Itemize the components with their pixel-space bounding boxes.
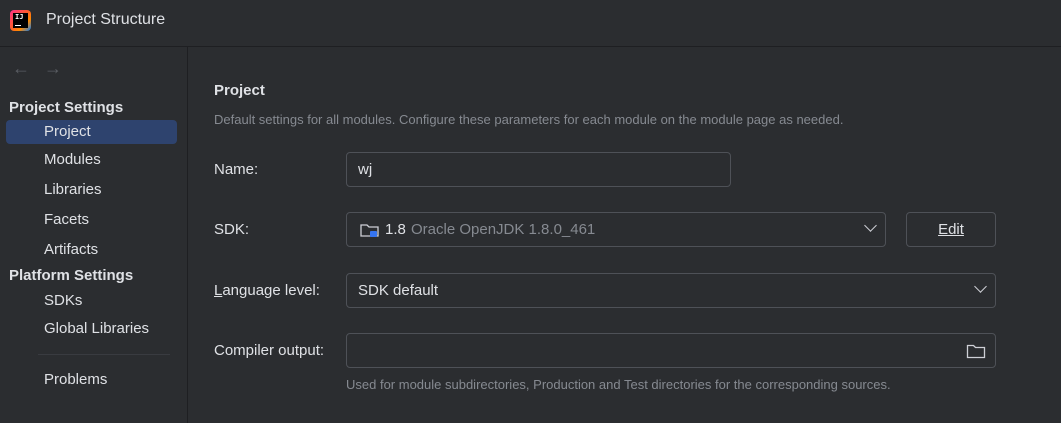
sidebar-item-libraries[interactable]: Libraries — [6, 178, 177, 202]
name-value: wj — [358, 161, 373, 178]
sidebar-item-label: Libraries — [44, 181, 102, 198]
page-description: Default settings for all modules. Config… — [214, 112, 844, 127]
forward-arrow-icon[interactable]: → — [44, 58, 62, 79]
section-header-project-settings: Project Settings — [9, 99, 124, 116]
sidebar-item-label: Artifacts — [44, 241, 99, 258]
sidebar-item-label: Global Libraries — [44, 320, 150, 337]
compiler-output-field[interactable] — [346, 333, 996, 368]
language-level-dropdown[interactable]: SDK default — [346, 273, 996, 308]
sidebar-item-sdks[interactable]: SDKs — [6, 289, 177, 313]
project-settings-panel: Project Default settings for all modules… — [188, 47, 1061, 423]
jdk-folder-icon — [360, 224, 379, 237]
sidebar: ← → Project Settings Project Modules Lib… — [0, 47, 188, 423]
sidebar-item-global-libraries[interactable]: Global Libraries — [6, 317, 177, 341]
sidebar-item-label: Problems — [44, 371, 108, 388]
sidebar-item-modules[interactable]: Modules — [6, 148, 177, 172]
sidebar-item-facets[interactable]: Facets — [6, 208, 177, 232]
page-title: Project — [214, 82, 265, 99]
edit-button-label: Edit — [938, 221, 964, 238]
sidebar-item-problems[interactable]: Problems — [6, 368, 177, 392]
name-field[interactable]: wj — [346, 152, 731, 187]
back-arrow-icon[interactable]: ← — [12, 58, 30, 79]
compiler-output-label: Compiler output: — [214, 342, 325, 359]
sdk-detail: Oracle OpenJDK 1.8.0_461 — [411, 221, 596, 238]
title-bar: IJ Project Structure — [0, 0, 1061, 47]
sdk-label: SDK: — [214, 221, 250, 238]
sdk-version: 1.8 — [385, 221, 406, 238]
chevron-down-icon — [974, 280, 987, 293]
intellij-idea-logo-icon: IJ — [10, 10, 31, 31]
name-label: Name: — [214, 161, 259, 178]
sidebar-item-label: SDKs — [44, 292, 83, 309]
sidebar-item-label: Facets — [44, 211, 90, 228]
sidebar-item-label: Project — [44, 123, 91, 140]
section-header-platform-settings: Platform Settings — [9, 267, 134, 284]
window-title: Project Structure — [46, 11, 166, 28]
sdk-dropdown[interactable]: 1.8 Oracle OpenJDK 1.8.0_461 — [346, 212, 886, 247]
language-level-label: Language level: — [214, 282, 320, 299]
language-level-value: SDK default — [358, 282, 439, 299]
sidebar-divider — [38, 354, 170, 355]
browse-folder-icon[interactable] — [966, 343, 986, 359]
sidebar-item-project[interactable]: Project — [6, 120, 177, 144]
chevron-down-icon — [864, 219, 877, 232]
compiler-output-hint: Used for module subdirectories, Producti… — [346, 377, 891, 392]
sidebar-item-artifacts[interactable]: Artifacts — [6, 238, 177, 262]
edit-sdk-button[interactable]: Edit — [906, 212, 996, 247]
sidebar-item-label: Modules — [44, 151, 101, 168]
